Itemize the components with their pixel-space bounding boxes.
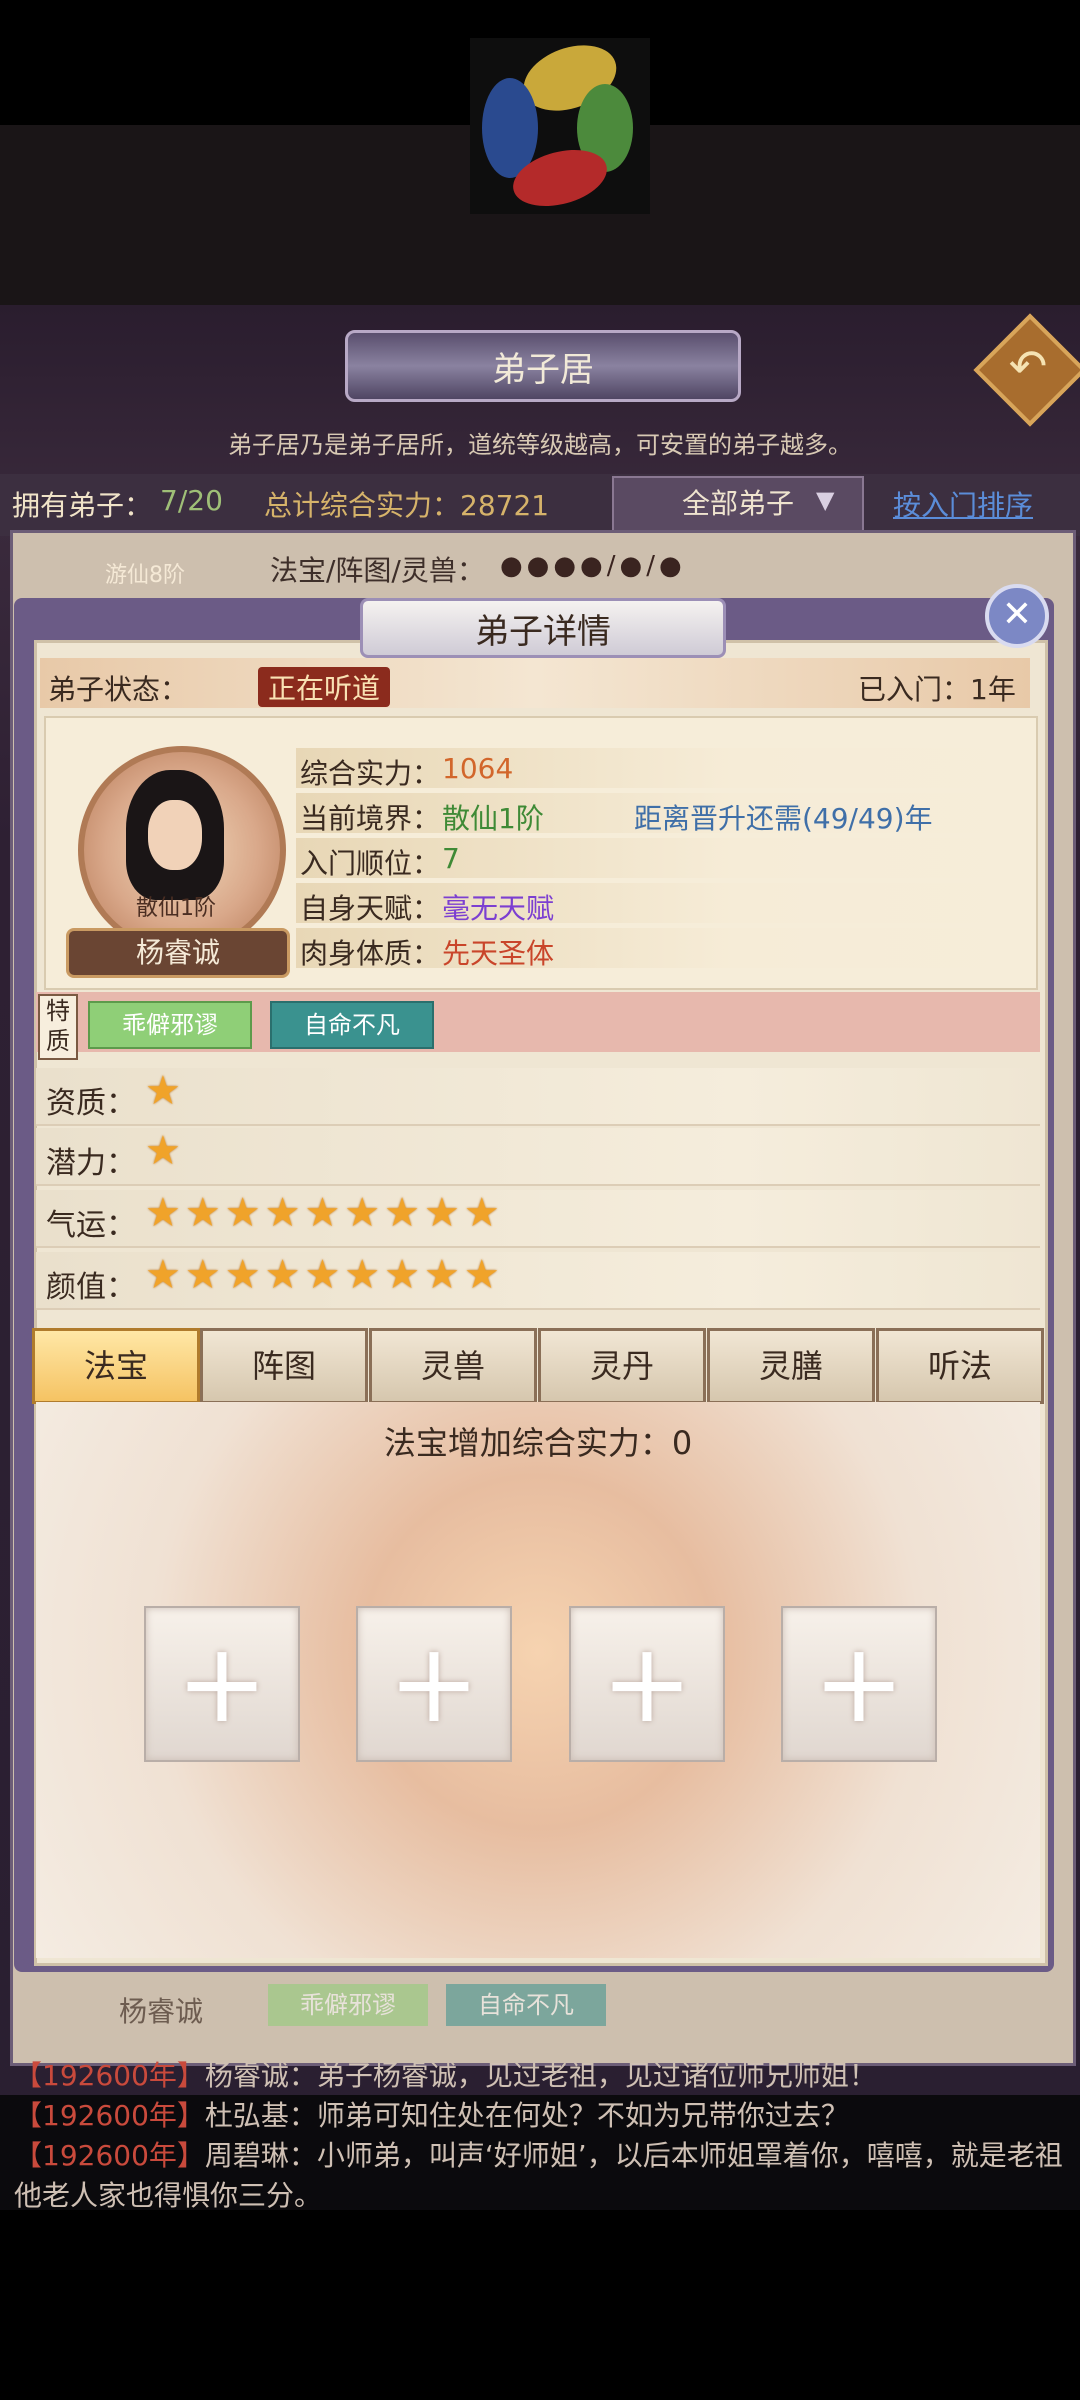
disciple-name: 杨睿诚 — [66, 928, 290, 978]
chat-log: 【192600年】杨睿诚：弟子杨睿诚，见过老祖，见过诸位师兄师姐！ 【19260… — [14, 2056, 1074, 2216]
plus-icon: + — [812, 1619, 906, 1747]
tab-pill[interactable]: 灵丹 — [538, 1328, 706, 1404]
stat-label-luck: 气运： — [46, 1208, 136, 1243]
info-value-power: 1064 — [442, 752, 514, 785]
tab-formation[interactable]: 阵图 — [200, 1328, 368, 1404]
trait-tag[interactable]: 乖僻邪谬 — [88, 1001, 252, 1049]
sort-link[interactable]: 按入门排序 — [893, 484, 1033, 524]
bottom-bar — [0, 2210, 1080, 2400]
treasure-slot[interactable]: + — [781, 1606, 937, 1762]
tab-beast[interactable]: 灵兽 — [369, 1328, 537, 1404]
tab-lecture[interactable]: 听法 — [876, 1328, 1044, 1404]
own-disciples-label: 拥有弟子： — [12, 489, 153, 522]
own-disciples-value: 7/20 — [160, 484, 223, 517]
info-label-order: 入门顺位： — [300, 847, 441, 880]
avatar-rank: 散仙1阶 — [136, 896, 216, 921]
star-rating: ★★★★★★★★★ — [145, 1190, 504, 1236]
tab-food[interactable]: 灵膳 — [707, 1328, 875, 1404]
plus-icon: + — [600, 1619, 694, 1747]
star-rating: ★ — [145, 1128, 185, 1174]
page-subtitle: 弟子居乃是弟子居所，道统等级越高，可安置的弟子越多。 — [228, 431, 852, 459]
chat-line: 【192600年】杜弘基：师弟可知住处在何处？不如为兄带你过去？ — [14, 2099, 849, 2132]
info-value-body: 先天圣体 — [442, 937, 555, 970]
treasure-power-text: 法宝增加综合实力：0 — [383, 1424, 693, 1462]
info-value-talent: 毫无天赋 — [442, 892, 555, 925]
star-rating: ★★★★★★★★★ — [145, 1252, 504, 1298]
treasure-slot[interactable]: + — [569, 1606, 725, 1762]
close-button[interactable]: ✕ — [985, 584, 1049, 648]
close-icon: ✕ — [1001, 594, 1033, 635]
tab-treasure[interactable]: 法宝 — [32, 1328, 200, 1404]
info-label-realm: 当前境界： — [300, 802, 441, 835]
joined-years: 已入门：1年 — [858, 673, 1016, 706]
info-label-body: 肉身体质： — [300, 937, 441, 970]
list-rank-label: 游仙8阶 — [105, 563, 185, 588]
list-tag: 乖僻邪谬 — [268, 1984, 428, 2026]
state-value: 正在听道 — [258, 667, 391, 707]
app-logo-icon — [470, 38, 650, 214]
treasure-slot[interactable]: + — [356, 1606, 512, 1762]
chat-line: 【192600年】杨睿诚：弟子杨睿诚，见过老祖，见过诸位师兄师姐！ — [14, 2059, 877, 2092]
stat-row — [36, 1068, 1040, 1126]
page-title: 弟子居 — [345, 330, 741, 402]
plus-icon: + — [387, 1619, 481, 1747]
stat-row — [36, 1128, 1040, 1186]
treasure-slot[interactable]: + — [144, 1606, 300, 1762]
trait-label: 特质 — [38, 994, 78, 1060]
stat-label-aptitude: 资质： — [46, 1086, 136, 1121]
stat-label-potential: 潜力： — [46, 1146, 136, 1181]
list-treasure-dots: ●●●●/●/● — [500, 551, 686, 581]
total-power-label: 总计综合实力：28721 — [264, 489, 550, 522]
info-value-realm: 散仙1阶 — [442, 802, 544, 835]
list-tag: 自命不凡 — [446, 1984, 606, 2026]
trait-tag[interactable]: 自命不凡 — [270, 1001, 434, 1049]
state-label: 弟子状态： — [48, 673, 189, 706]
info-label-talent: 自身天赋： — [300, 892, 441, 925]
info-label-power: 综合实力： — [300, 757, 441, 790]
star-rating: ★ — [145, 1068, 185, 1114]
list-name: 杨睿诚 — [118, 1995, 203, 2028]
modal-title: 弟子详情 — [360, 598, 726, 658]
chat-line: 【192600年】周碧琳：小师弟，叫声‘好师姐’，以后本师姐罩着你，嘻嘻，就是老… — [14, 2139, 1063, 2212]
stat-label-looks: 颜值： — [46, 1270, 136, 1305]
plus-icon: + — [175, 1619, 269, 1747]
avatar-face — [148, 800, 202, 870]
chevron-down-icon: ▼ — [816, 486, 835, 514]
back-arrow-icon: ↶ — [1008, 339, 1048, 393]
ascend-progress: 距离晋升还需(49/49)年 — [634, 802, 933, 835]
list-treasure-label: 法宝/阵图/灵兽： — [270, 554, 485, 587]
info-value-order: 7 — [442, 842, 460, 875]
